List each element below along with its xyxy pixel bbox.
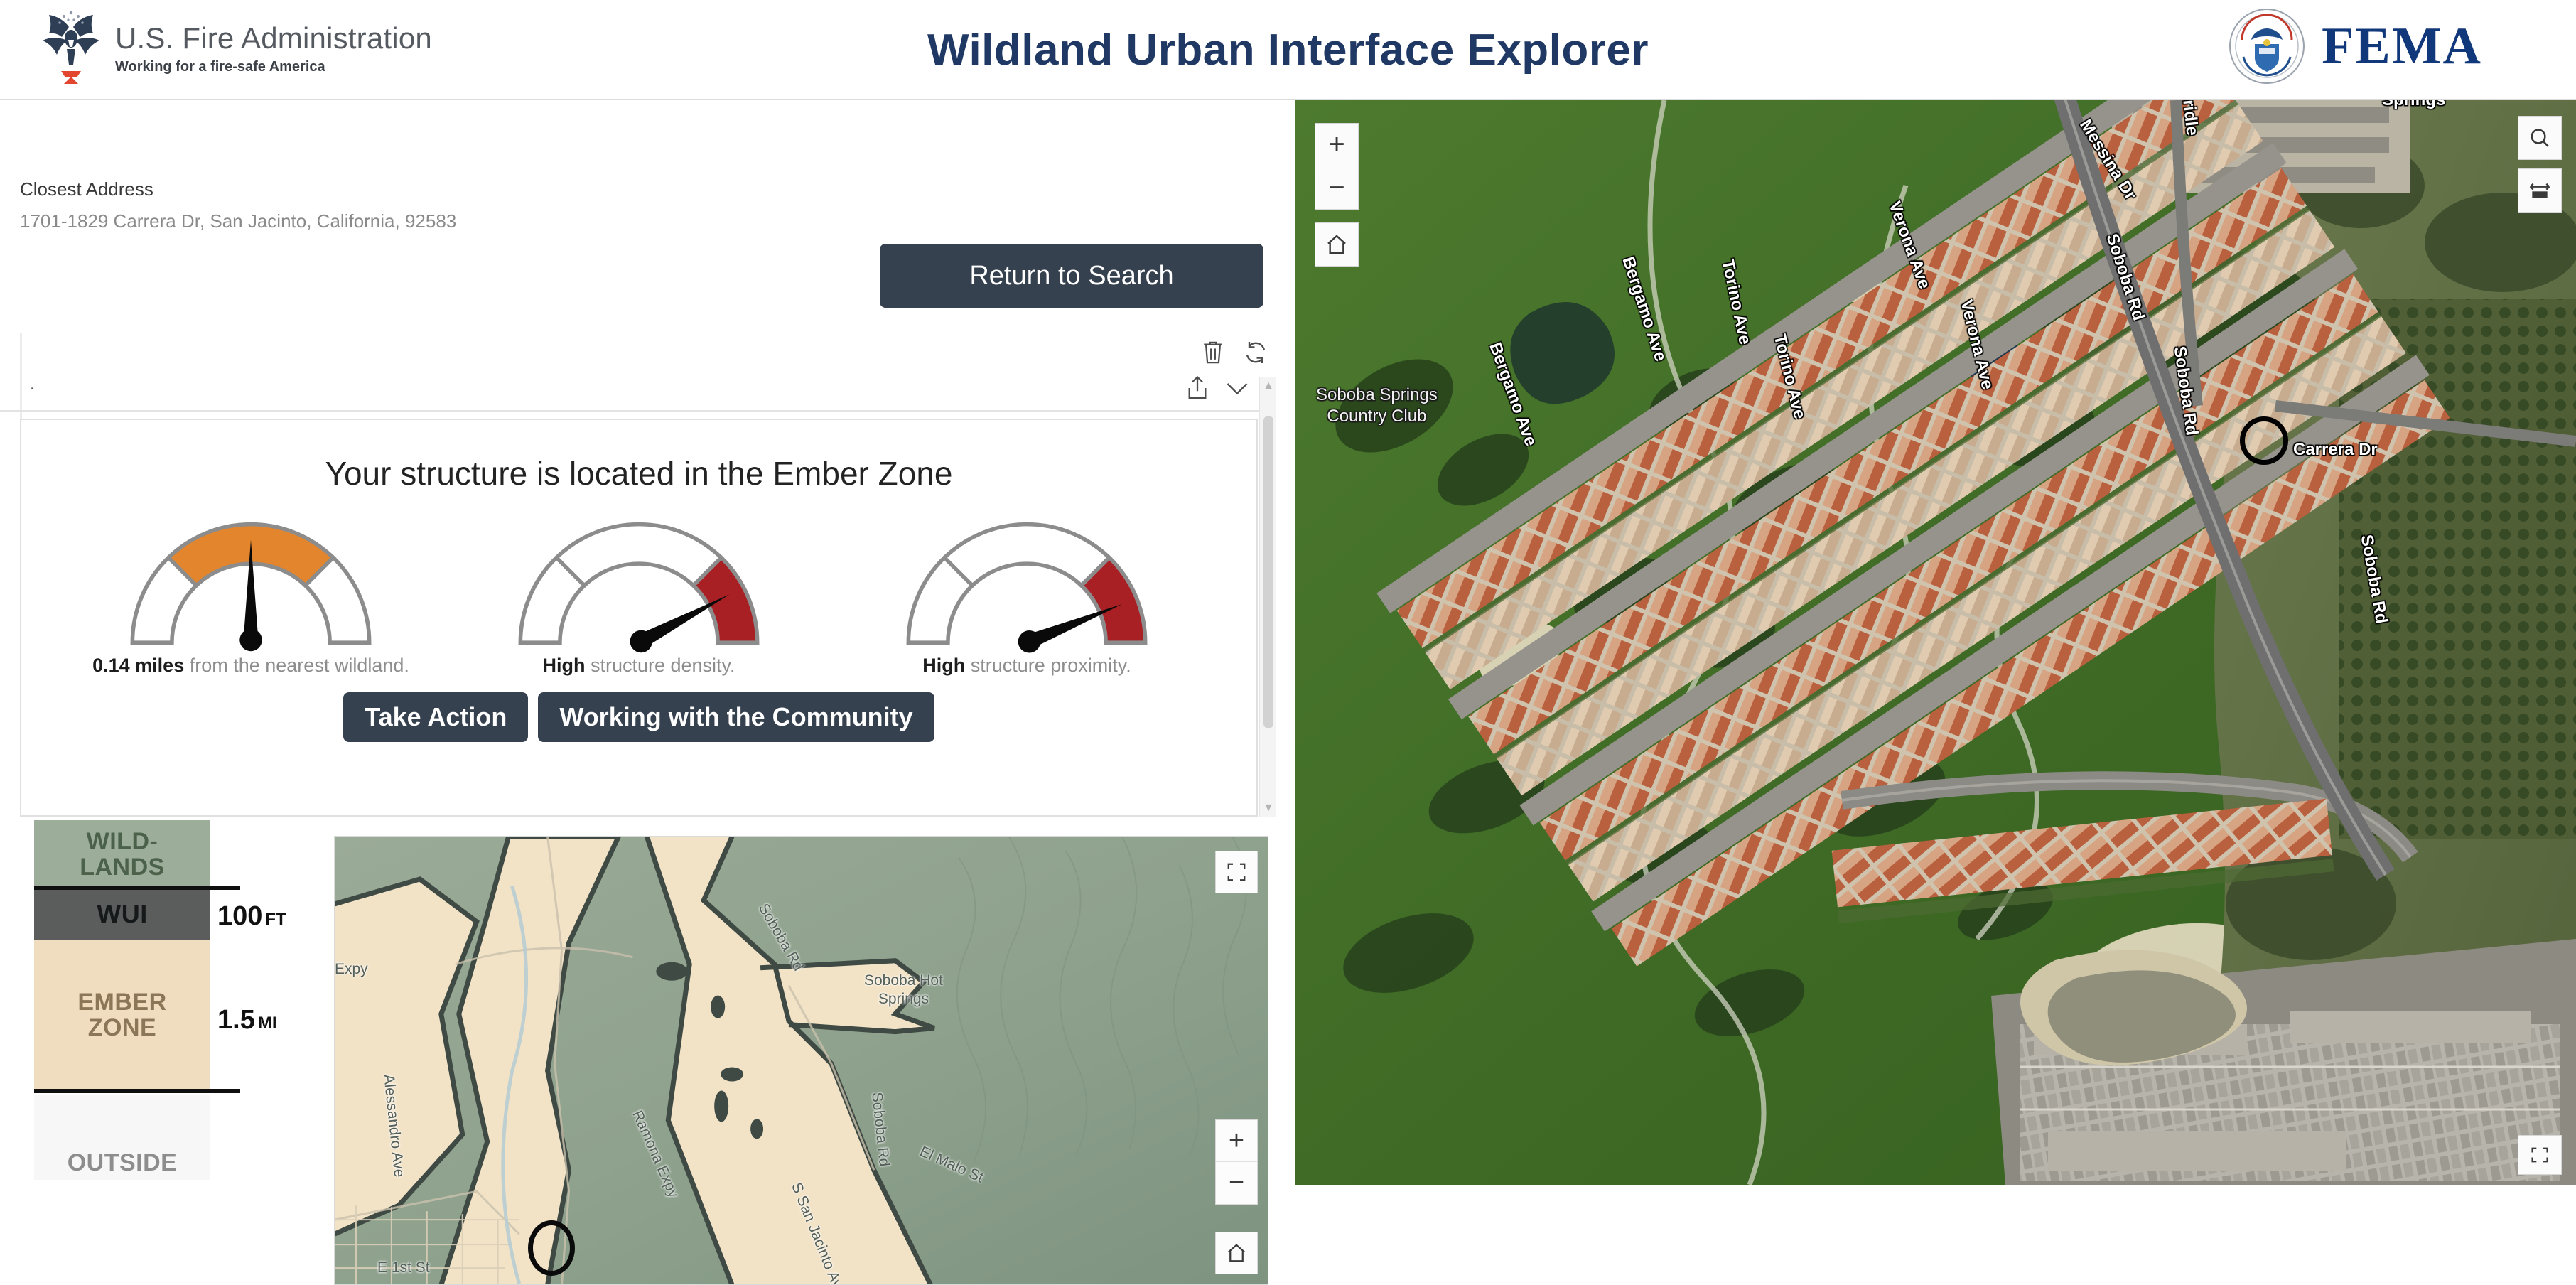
zoom-out-button[interactable]: − [1216, 1162, 1257, 1204]
gauge-caption: High structure density. [542, 655, 735, 677]
zoom-in-button[interactable]: + [1315, 124, 1358, 166]
gauge-caption-rest: structure proximity. [965, 655, 1131, 676]
satellite-imagery [1295, 100, 2576, 1185]
fema-logo[interactable]: FEMA [2228, 7, 2482, 85]
home-icon[interactable] [1315, 222, 1359, 267]
legend-measure-wui: 100 FT [217, 901, 286, 932]
legend-rule-top [34, 886, 240, 890]
legend-band-label: EMBER ZONE [77, 988, 167, 1041]
search-icon[interactable] [2518, 116, 2562, 160]
usfa-logo[interactable]: U.S. Fire Administration Working for a f… [37, 9, 432, 87]
legend-band-ember-zone: EMBER ZONE [34, 940, 210, 1090]
return-to-search-button[interactable]: Return to Search [880, 244, 1263, 308]
zoom-controls[interactable]: + − [1215, 1119, 1258, 1205]
home-icon[interactable] [1215, 1232, 1258, 1274]
left-panel: Closest Address 1701-1829 Carrera Dr, Sa… [0, 100, 1293, 1285]
app-header: U.S. Fire Administration Working for a f… [0, 0, 2576, 100]
legend-rule-bottom [34, 1089, 240, 1093]
closest-address-value: 1701-1829 Carrera Dr, San Jacinto, Calif… [20, 210, 457, 232]
legend-band-label: OUTSIDE [67, 1149, 178, 1176]
zoom-controls[interactable]: + − [1315, 123, 1359, 210]
trash-icon[interactable] [1197, 336, 1229, 369]
agency-name: U.S. Fire Administration [115, 21, 432, 55]
measure-icon[interactable] [2518, 168, 2562, 213]
gauge-structure-proximity: High structure proximity. [885, 511, 1169, 677]
closest-address-label: Closest Address [20, 178, 153, 200]
scrollbar-thumb[interactable] [1263, 416, 1273, 728]
gauge-value: 0.14 miles [92, 655, 185, 676]
gauge-caption: 0.14 miles from the nearest wildland. [92, 655, 409, 677]
chevron-down-icon[interactable] [1221, 372, 1254, 404]
dhs-seal-icon [2229, 9, 2305, 84]
wui-legend: WILD- LANDS WUI EMBER ZONE OUTSIDE 100 FT… [34, 820, 286, 1285]
toolbar-divider [0, 410, 1276, 412]
agency-tagline: Working for a fire-safe America [115, 58, 325, 75]
closest-address-block: Closest Address 1701-1829 Carrera Dr, Sa… [20, 178, 456, 232]
scroll-down-arrow[interactable]: ▼ [1260, 800, 1277, 817]
gauge-caption: High structure proximity. [922, 655, 1131, 677]
report-actions: Take Action Working with the Community [21, 692, 1256, 742]
gauge-dial [130, 522, 372, 652]
overview-map[interactable]: Soboba Hot Springs Soboba Rd Soboba Rd Al… [334, 836, 1268, 1285]
panel-left-rule [20, 333, 22, 419]
legend-measure-unit: MI [257, 1014, 277, 1033]
stray-text: . [30, 375, 35, 394]
legend-measure-ember: 1.5 MI [217, 1005, 277, 1036]
legend-band-label: WUI [97, 899, 148, 928]
legend-measure-number: 1.5 [217, 1005, 255, 1035]
structure-location-marker [528, 1220, 575, 1276]
report-scrollbar[interactable]: ▲ ▼ [1259, 377, 1276, 817]
refresh-icon[interactable] [1239, 336, 1272, 369]
zoom-in-button[interactable]: + [1216, 1120, 1257, 1162]
terrain-basemap [335, 837, 1268, 1284]
gauge-dial [906, 522, 1148, 653]
legend-measure-number: 100 [217, 901, 263, 931]
gauge-caption-rest: from the nearest wildland. [184, 655, 409, 676]
report-heading: Your structure is located in the Ember Z… [325, 455, 953, 492]
legend-band-wui: WUI [34, 888, 210, 940]
fullscreen-icon[interactable] [1215, 851, 1258, 893]
share-icon[interactable] [1181, 372, 1214, 404]
gauge-value: High [922, 655, 966, 676]
legend-band-label: WILD- LANDS [80, 827, 165, 881]
gauge-group: 0.14 miles from the nearest wildland. Hi… [21, 511, 1256, 677]
fullscreen-icon[interactable] [2518, 1135, 2562, 1175]
fema-wordmark: FEMA [2322, 16, 2482, 75]
gauge-wildland-distance: 0.14 miles from the nearest wildland. [92, 511, 409, 677]
structure-report-card: Your structure is located in the Ember Z… [20, 419, 1258, 817]
structure-location-marker [2240, 416, 2288, 465]
zoom-out-button[interactable]: − [1315, 166, 1358, 209]
legend-band-wildlands: WILD- LANDS [34, 820, 210, 888]
gauge-value: High [542, 655, 586, 676]
eagle-icon [43, 11, 99, 84]
working-with-community-button[interactable]: Working with the Community [538, 692, 934, 742]
take-action-button[interactable]: Take Action [343, 692, 529, 742]
scroll-up-arrow[interactable]: ▲ [1260, 377, 1277, 394]
gauge-caption-rest: structure density. [585, 655, 735, 676]
legend-measure-unit: FT [265, 910, 286, 929]
satellite-map[interactable]: Messina Dr Bergamo Ave Bergamo Ave Torin… [1295, 100, 2576, 1185]
gauge-structure-density: High structure density. [497, 511, 781, 677]
gauge-dial [518, 522, 760, 653]
legend-band-outside: OUTSIDE [34, 1095, 210, 1180]
